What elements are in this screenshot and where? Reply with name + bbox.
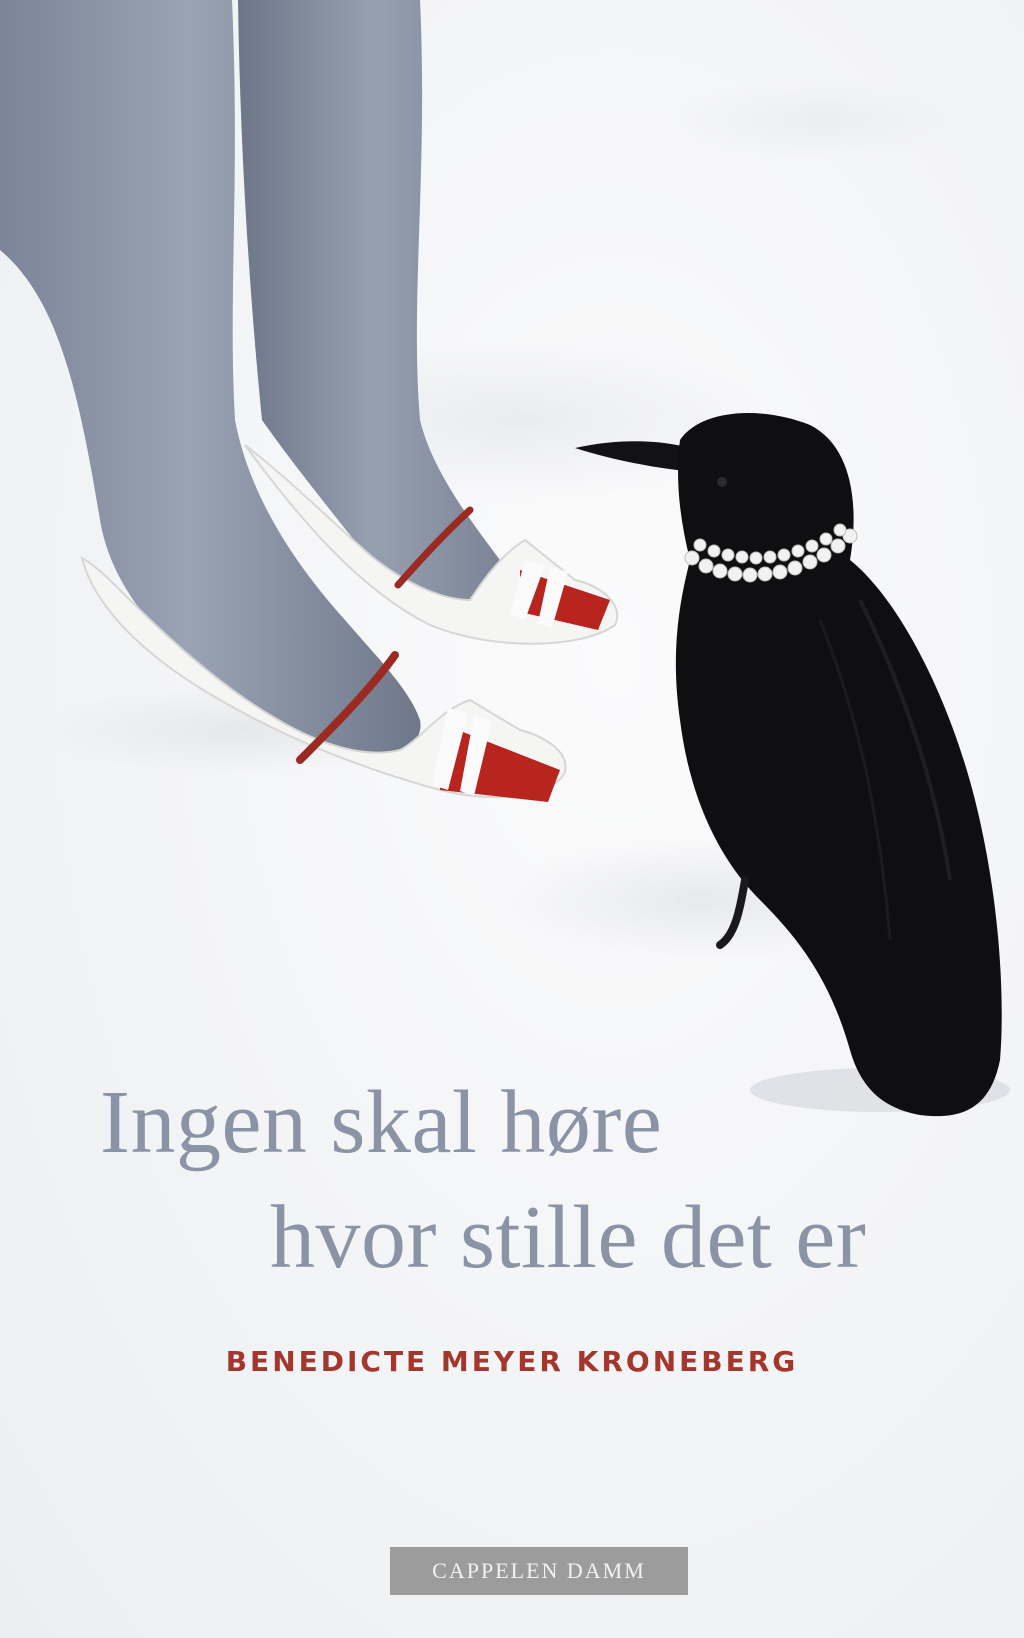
crow	[575, 413, 1002, 1117]
author-name: BENEDICTE MEYER KRONEBERG	[225, 1345, 799, 1378]
leg-back	[238, 0, 509, 619]
book-title-line-2: hvor stille det er	[270, 1188, 867, 1287]
book-cover: Ingen skal høre hvor stille det er BENED…	[0, 0, 1024, 1638]
book-title-line-1: Ingen skal høre	[100, 1073, 663, 1172]
publisher-logo: CAPPELEN DAMM	[390, 1547, 688, 1595]
cover-illustration	[0, 0, 1010, 1117]
publisher-name: CAPPELEN DAMM	[432, 1558, 646, 1583]
